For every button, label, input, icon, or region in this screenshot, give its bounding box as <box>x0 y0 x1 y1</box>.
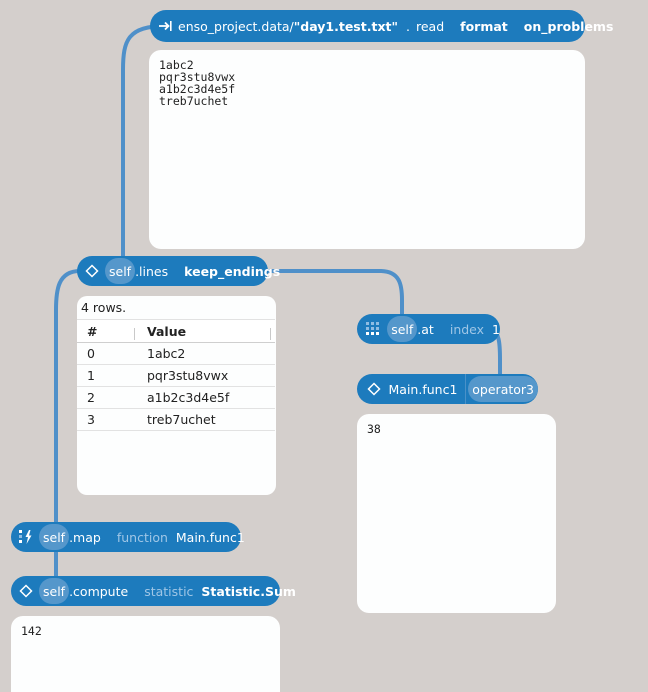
table-row[interactable]: 3 treb7uchet <box>77 409 275 431</box>
read-arg-format[interactable]: format <box>460 19 508 34</box>
row-index: 1 <box>87 368 95 383</box>
read-output-panel: 1abc2 pqr3stu8vwx a1b2c3d4e5f treb7uchet <box>149 50 585 249</box>
at-node[interactable]: self .at index 1 <box>357 314 500 344</box>
read-node[interactable]: enso_project.data/ "day1.test.txt" . rea… <box>150 10 613 42</box>
grid-icon <box>365 319 381 339</box>
compute-output-text: 142 <box>21 624 42 638</box>
row-value: a1b2c3d4e5f <box>147 390 230 405</box>
row-count-caption: 4 rows. <box>81 300 127 315</box>
column-header-value[interactable]: Value <box>135 324 271 340</box>
compute-arg-name: statistic <box>144 583 194 599</box>
row-value: pqr3stu8vwx <box>147 368 229 383</box>
read-path-literal[interactable]: "day1.test.txt" <box>294 19 398 34</box>
func1-output-panel: 38 <box>357 414 556 613</box>
compute-node[interactable]: self .compute statistic Statistic.Sum <box>11 576 296 606</box>
at-arg-value[interactable]: 1 <box>492 322 500 337</box>
lines-method: .lines <box>135 263 169 279</box>
func1-output-text: 38 <box>367 422 381 436</box>
table-row[interactable]: 1 pqr3stu8vwx <box>77 365 275 387</box>
lines-table-panel: 4 rows. # Value 0 1abc2 1 pqr3stu8vwx 2 … <box>77 296 276 495</box>
map-arg-value[interactable]: Main.func1 <box>176 530 245 545</box>
func1-operator-port[interactable]: operator3 <box>468 376 538 402</box>
read-arg-on-problems[interactable]: on_problems <box>524 19 614 34</box>
read-path-prefix: enso_project.data/ <box>178 18 294 34</box>
read-method[interactable]: read <box>416 19 444 34</box>
row-index: 2 <box>87 390 95 405</box>
map-arg-name: function <box>116 529 168 545</box>
func1-label: Main.func1 <box>388 381 458 397</box>
compute-method: .compute <box>69 583 129 599</box>
table-header-row: # Value <box>77 319 275 343</box>
lines-self-port[interactable]: self <box>105 258 136 284</box>
map-node[interactable]: self .map function Main.func1 <box>11 522 245 552</box>
data-table[interactable]: # Value 0 1abc2 1 pqr3stu8vwx 2 a1b2c3d4… <box>77 319 275 431</box>
row-value: 1abc2 <box>147 346 186 361</box>
column-resize-handle[interactable] <box>270 327 271 340</box>
row-index: 0 <box>87 346 95 361</box>
at-arg-name: index <box>449 321 485 337</box>
diamond-icon <box>85 261 99 281</box>
input-arrow-icon <box>158 16 172 36</box>
table-row[interactable]: 2 a1b2c3d4e5f <box>77 387 275 409</box>
lines-node[interactable]: self .lines keep_endings <box>77 256 280 286</box>
map-method: .map <box>69 529 101 545</box>
diamond-icon <box>365 379 383 399</box>
map-icon <box>19 527 33 547</box>
at-method: .at <box>417 321 434 337</box>
table-row[interactable]: 0 1abc2 <box>77 343 275 365</box>
row-value: treb7uchet <box>147 412 216 427</box>
lines-arg-keep-endings[interactable]: keep_endings <box>184 264 280 279</box>
func1-node[interactable]: Main.func1 operator3 <box>357 374 538 404</box>
read-output-text: 1abc2 pqr3stu8vwx a1b2c3d4e5f treb7uchet <box>159 58 236 108</box>
diamond-icon <box>19 581 33 601</box>
divider <box>465 374 467 404</box>
column-header-index[interactable]: # <box>77 324 135 340</box>
row-index: 3 <box>87 412 95 427</box>
read-dot: . <box>406 18 410 34</box>
compute-output-panel: 142 <box>11 616 280 692</box>
at-self-port[interactable]: self <box>387 316 418 342</box>
compute-arg-value[interactable]: Statistic.Sum <box>201 584 295 599</box>
compute-self-port[interactable]: self <box>39 578 70 604</box>
map-self-port[interactable]: self <box>39 524 70 550</box>
